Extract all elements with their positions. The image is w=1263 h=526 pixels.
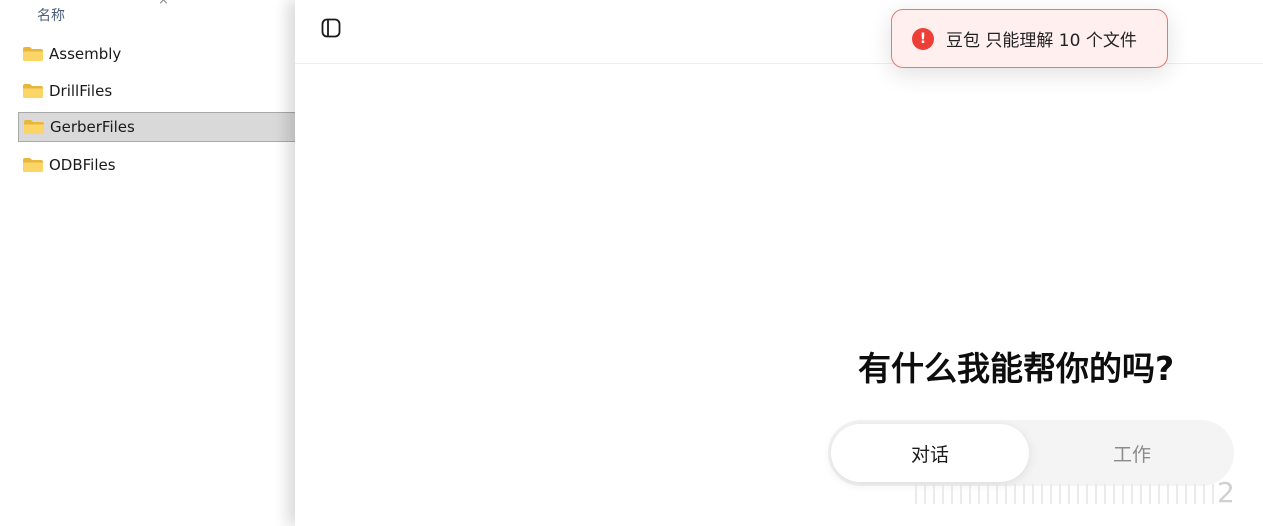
- folder-label: DrillFiles: [49, 82, 113, 100]
- tab-chat[interactable]: 对话: [831, 424, 1029, 482]
- folder-label: Assembly: [49, 45, 122, 63]
- sidebar-toggle-icon[interactable]: [321, 18, 341, 38]
- folder-icon: [24, 120, 44, 134]
- close-icon[interactable]: ×: [158, 0, 169, 8]
- toast-message: 豆包 只能理解 10 个文件: [946, 31, 1137, 51]
- chat-panel: ! 豆包 只能理解 10 个文件 有什么我能帮你的吗? 对话 工作 2: [295, 0, 1263, 526]
- folder-row-assembly[interactable]: Assembly: [18, 39, 295, 69]
- file-explorer-pane: 名称 × Assembly DrillFiles GerberFiles ODB…: [0, 0, 295, 526]
- folder-icon: [23, 158, 43, 172]
- folder-icon: [23, 84, 43, 98]
- name-column-header[interactable]: 名称: [37, 5, 65, 25]
- decorative-strip: [915, 484, 1215, 504]
- corner-text: 2: [1217, 476, 1235, 509]
- screen: 名称 × Assembly DrillFiles GerberFiles ODB…: [0, 0, 1263, 526]
- tab-work[interactable]: 工作: [1033, 424, 1231, 482]
- mode-switch: 对话 工作: [828, 420, 1234, 486]
- alert-icon: !: [912, 27, 934, 50]
- welcome-headline: 有什么我能帮你的吗?: [858, 349, 1175, 388]
- error-toast: ! 豆包 只能理解 10 个文件: [891, 9, 1168, 68]
- folder-row-drillfiles[interactable]: DrillFiles: [18, 76, 295, 106]
- folder-label: ODBFiles: [49, 156, 116, 174]
- folder-icon: [23, 47, 43, 61]
- folder-row-gerberfiles[interactable]: GerberFiles: [18, 112, 295, 142]
- folder-label: GerberFiles: [50, 118, 135, 136]
- folder-row-odbfiles[interactable]: ODBFiles: [18, 150, 295, 180]
